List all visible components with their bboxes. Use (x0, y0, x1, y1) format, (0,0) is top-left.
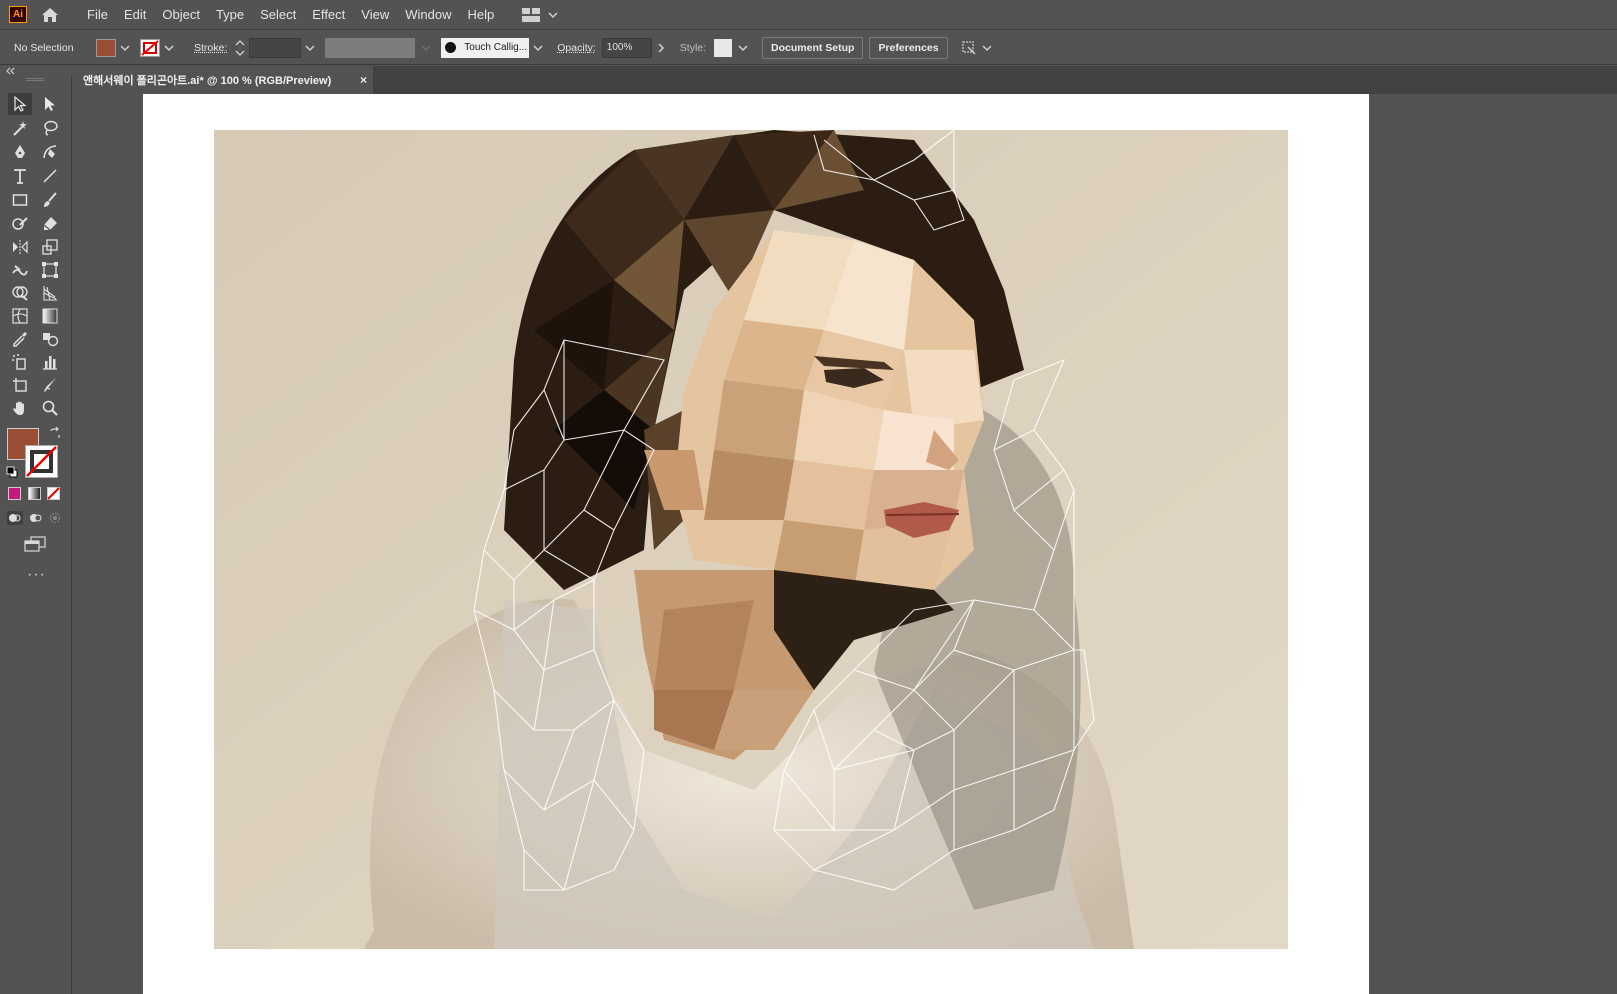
menu-select[interactable]: Select (252, 0, 304, 30)
stroke-label[interactable]: Stroke: (194, 42, 227, 54)
rectangle-tool-icon[interactable] (8, 189, 32, 211)
document-tab-title: 앤해서웨이 폴리곤아트.ai* @ 100 % (RGB/Preview) (83, 75, 332, 87)
shaper-tool-icon[interactable] (8, 213, 32, 235)
scale-tool-icon[interactable] (38, 236, 62, 258)
control-bar: No Selection Stroke: Touch Callig... Opa… (0, 31, 1617, 65)
hand-tool-icon[interactable] (8, 397, 32, 419)
chevron-down-icon (548, 11, 558, 18)
shape-builder-tool-icon[interactable] (8, 282, 32, 304)
color-mode-button[interactable] (8, 487, 21, 500)
menu-edit[interactable]: Edit (116, 0, 154, 30)
chevron-down-icon[interactable] (738, 43, 748, 53)
column-graph-tool-icon[interactable] (38, 351, 62, 373)
no-stroke-icon (141, 39, 159, 56)
preferences-button[interactable]: Preferences (869, 36, 948, 59)
fill-color-swatch[interactable] (96, 38, 116, 57)
tools-panel: ··· (0, 76, 72, 994)
selection-tool-icon[interactable] (8, 93, 32, 115)
opacity-label[interactable]: Opacity: (557, 42, 596, 54)
document-tab[interactable]: 앤해서웨이 폴리곤아트.ai* @ 100 % (RGB/Preview) × (73, 66, 373, 94)
canvas-area[interactable] (73, 94, 1617, 994)
workspace-switcher[interactable] (522, 7, 558, 22)
reflect-tool-icon[interactable] (8, 236, 32, 258)
perspective-grid-tool-icon[interactable] (38, 282, 62, 304)
workspace-grid-icon (522, 7, 541, 22)
chevron-down-icon[interactable] (982, 43, 992, 53)
chevron-down-icon[interactable] (164, 43, 174, 53)
eraser-tool-icon[interactable] (38, 213, 62, 235)
home-icon[interactable] (39, 4, 61, 26)
collapse-double-arrow-icon[interactable] (4, 67, 16, 75)
graphic-style-swatch[interactable] (714, 38, 733, 57)
variable-width-profile[interactable] (325, 37, 416, 58)
draw-normal-icon[interactable] (7, 511, 23, 525)
swap-fill-stroke-icon[interactable] (49, 427, 61, 439)
selection-status: No Selection (14, 41, 74, 54)
pen-tool-icon[interactable] (8, 141, 32, 163)
menu-items: File Edit Object Type Select Effect View… (79, 0, 502, 30)
menu-bar: Ai File Edit Object Type Select Effect V… (0, 0, 1617, 30)
type-tool-icon[interactable] (8, 165, 32, 187)
mesh-tool-icon[interactable] (8, 305, 32, 327)
menu-help[interactable]: Help (459, 0, 502, 30)
menu-type[interactable]: Type (208, 0, 252, 30)
stroke-weight-input[interactable] (249, 37, 302, 58)
warp-tool-icon[interactable] (8, 259, 32, 281)
zoom-tool-icon[interactable] (38, 397, 62, 419)
menu-file[interactable]: File (79, 0, 116, 30)
menu-window[interactable]: Window (397, 0, 459, 30)
stroke-color-box[interactable] (25, 445, 58, 478)
opacity-input[interactable]: 100% (601, 37, 652, 58)
toolbar-header[interactable] (0, 66, 72, 76)
artboard-tool-icon[interactable] (8, 374, 32, 396)
lasso-tool-icon[interactable] (38, 117, 62, 139)
default-fill-stroke-icon[interactable] (6, 466, 18, 478)
arrange-documents-icon[interactable] (960, 39, 978, 57)
gradient-tool-icon[interactable] (38, 305, 62, 327)
curvature-tool-icon[interactable] (38, 141, 62, 163)
document-setup-button[interactable]: Document Setup (762, 36, 864, 59)
chevron-down-icon[interactable] (305, 43, 315, 53)
style-label: Style: (679, 41, 707, 54)
brush-dot-icon (445, 42, 457, 53)
menu-effect[interactable]: Effect (304, 0, 353, 30)
magic-wand-tool-icon[interactable] (8, 117, 32, 139)
menu-view[interactable]: View (353, 0, 397, 30)
symbol-sprayer-tool-icon[interactable] (8, 351, 32, 373)
line-segment-tool-icon[interactable] (38, 165, 62, 187)
none-mode-button[interactable] (47, 487, 60, 500)
polygon-art-image[interactable] (214, 130, 1288, 949)
chevron-down-icon[interactable] (421, 43, 431, 53)
artboard[interactable] (143, 94, 1369, 994)
direct-selection-tool-icon[interactable] (38, 93, 62, 115)
panel-grip-lines[interactable] (26, 78, 44, 81)
blend-tool-icon[interactable] (38, 328, 62, 350)
draw-inside-icon[interactable] (48, 511, 62, 525)
document-tab-bar: 앤해서웨이 폴리곤아트.ai* @ 100 % (RGB/Preview) × (73, 66, 1617, 94)
none-slash-icon (47, 487, 60, 500)
low-poly-portrait (214, 130, 1288, 949)
chevron-down-icon[interactable] (533, 43, 543, 53)
close-icon[interactable]: × (360, 73, 367, 87)
chevron-right-icon[interactable] (656, 42, 666, 53)
draw-behind-icon[interactable] (28, 511, 44, 525)
no-stroke-icon (26, 446, 57, 477)
chevron-down-icon[interactable] (120, 43, 130, 53)
gradient-mode-button[interactable] (28, 487, 41, 500)
brush-name: Touch Callig... (464, 42, 528, 53)
eyedropper-tool-icon[interactable] (8, 328, 32, 350)
free-transform-tool-icon[interactable] (38, 259, 62, 281)
slice-tool-icon[interactable] (38, 374, 62, 396)
brush-definition[interactable]: Touch Callig... (441, 37, 530, 58)
paintbrush-tool-icon[interactable] (38, 189, 62, 211)
stepper-icon[interactable] (235, 39, 245, 57)
more-tools-icon[interactable]: ··· (27, 566, 46, 584)
screen-mode-icon[interactable] (24, 536, 46, 552)
menu-object[interactable]: Object (154, 0, 208, 30)
app-logo: Ai (9, 6, 27, 23)
stroke-color-swatch[interactable] (140, 38, 160, 57)
